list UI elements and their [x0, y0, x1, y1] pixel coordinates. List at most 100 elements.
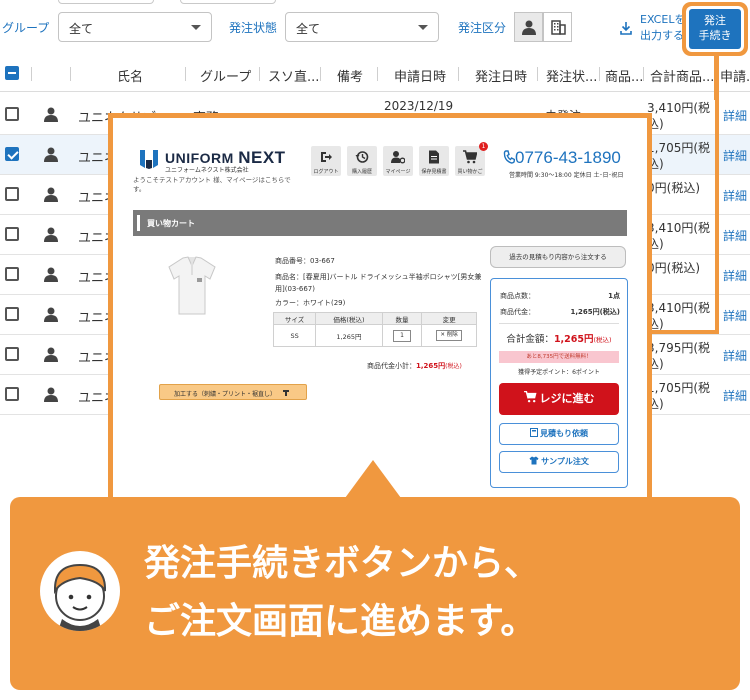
group-filter-label: グループ [2, 21, 50, 35]
row-detail-link[interactable]: 詳細 [723, 307, 747, 324]
download-icon [620, 22, 632, 35]
quantity-input[interactable]: 1 [392, 329, 411, 342]
shop-header: UNIFORM NEXT ユニフォームネクスト株式会社 ようこそテストアカウント… [129, 140, 625, 200]
group-select-value: 全て [69, 22, 94, 36]
row-detail-link[interactable]: 詳細 [723, 187, 747, 204]
order-status-label: 発注状態 [229, 21, 278, 35]
polo-shirt-image [168, 256, 216, 315]
col-apply[interactable]: 申請... [720, 66, 750, 85]
product-color: カラー：ホワイト(29) [275, 299, 346, 307]
order-screen-preview: UNIFORM NEXT ユニフォームネクスト株式会社 ようこそテストアカウント… [108, 113, 652, 508]
nav-cart-label: 買い物かご [457, 169, 483, 175]
row-checkbox[interactable] [5, 187, 19, 201]
nav-mypage[interactable]: マイページ [383, 146, 413, 176]
col-note[interactable]: 備考 [337, 66, 363, 85]
phone-number[interactable]: 0776-43-1890 [503, 148, 621, 168]
building-toggle[interactable] [543, 12, 572, 42]
checkout-label: レジに進む [539, 392, 595, 405]
row-detail-link[interactable]: 詳細 [723, 147, 747, 164]
checkout-button[interactable]: レジに進む [499, 383, 619, 415]
row-checkbox[interactable] [5, 307, 19, 321]
nav-logout[interactable]: ログアウト [311, 146, 341, 176]
past-quote-order-button[interactable]: 過去の見積もり内容から注文する [490, 246, 626, 268]
row-detail-link[interactable]: 詳細 [723, 107, 747, 124]
person-icon [44, 227, 58, 242]
logo-mark-icon [140, 150, 158, 169]
cart-item-table: サイズ 価格(税込) 数量 変更 SS 1,265円 1 ✕ 削除 [272, 312, 477, 347]
free-shipping-note: あと8,735円で送料無料！ [499, 351, 619, 363]
th-change: 変更 [421, 312, 477, 325]
product-info: 商品番号：03-667 商品名：[春夏用]バートル ドライメッシュ半袖ポロシャツ… [275, 255, 485, 309]
chevron-down-icon [418, 25, 428, 30]
points-note: 獲得予定ポイント：6ポイント [518, 369, 600, 376]
col-group[interactable]: グループ [200, 66, 251, 85]
order-button-line1: 発注 [704, 14, 726, 27]
callout-text: 発注手続きボタンから、 ご注文画面に進めます。 [144, 535, 724, 651]
order-status-value: 全て [296, 22, 321, 36]
col-status[interactable]: 発注状... [546, 66, 597, 85]
person-toggle[interactable] [514, 12, 543, 42]
item-price-line: 商品代金： 1,265円(税込) [500, 308, 620, 316]
delete-button[interactable]: ✕ 削除 [436, 330, 462, 341]
nav-logout-label: ログアウト [313, 169, 339, 175]
row-checkbox[interactable] [5, 387, 19, 401]
row-checkbox[interactable] [5, 347, 19, 361]
row-detail-link[interactable]: 詳細 [723, 347, 747, 364]
sample-order-button[interactable]: サンプル注文 [499, 451, 619, 473]
col-hem[interactable]: スソ直... [268, 66, 319, 85]
row-total: 3,795円(税込) [647, 341, 711, 371]
product-name[interactable]: 商品名：[春夏用]バートル ドライメッシュ半袖ポロシャツ[男女兼用](03-66… [275, 271, 485, 295]
order-procedure-button[interactable]: 発注 手続き [689, 9, 741, 49]
row-applied-date: 2023/12/19 [384, 99, 454, 113]
excel-line2: 出力する [640, 29, 684, 42]
person-icon [522, 20, 536, 35]
top-field-stub [58, 0, 154, 4]
col-ordered[interactable]: 発注日時 [475, 66, 527, 85]
staff-avatar [40, 551, 120, 631]
select-all-checkbox[interactable] [5, 66, 19, 80]
product-code: 商品番号：03-667 [275, 257, 335, 265]
col-total[interactable]: 合計商品... [650, 66, 714, 85]
row-detail-link[interactable]: 詳細 [723, 387, 747, 404]
col-name[interactable]: 氏名 [117, 66, 143, 85]
col-item[interactable]: 商品... [605, 66, 643, 85]
nav-cart[interactable]: 1 買い物かご [455, 142, 488, 176]
person-icon [44, 387, 58, 402]
nav-saved-quotes[interactable]: 保存見積書 [419, 146, 449, 176]
top-field-stub [180, 0, 276, 4]
user-gear-icon [391, 151, 405, 164]
row-checkbox[interactable] [5, 107, 19, 121]
processing-button[interactable]: 加工する（刺繍・プリント・裾直し） [159, 384, 307, 400]
th-qty: 数量 [381, 312, 423, 325]
group-select[interactable]: 全て [58, 12, 212, 42]
table-header: 氏名 グループ スソ直... 備考 申請日時 発注日時 発注状... 商品...… [0, 56, 750, 92]
person-icon [44, 347, 58, 362]
delete-label: 削除 [446, 332, 458, 338]
col-applied[interactable]: 申請日時 [394, 66, 446, 85]
nav-saved-quotes-label: 保存見積書 [421, 169, 447, 175]
th-price: 価格(税込) [315, 312, 383, 325]
row-detail-link[interactable]: 詳細 [723, 227, 747, 244]
row-checkbox[interactable] [5, 227, 19, 241]
face-icon [53, 563, 107, 631]
order-status-select[interactable]: 全て [285, 12, 439, 42]
chevron-down-icon [191, 25, 201, 30]
nav-history[interactable]: 購入履歴 [347, 146, 377, 176]
person-icon [44, 147, 58, 162]
shirt-icon [529, 456, 539, 465]
row-checkbox[interactable] [5, 147, 19, 161]
callout-line2: ご注文画面に進めます。 [144, 601, 537, 642]
row-detail-link[interactable]: 詳細 [723, 267, 747, 284]
quote-request-button[interactable]: 見積もり依頼 [499, 423, 619, 445]
excel-line1: EXCELを [640, 13, 686, 26]
nav-history-label: 購入履歴 [351, 169, 372, 175]
row-checkbox[interactable] [5, 267, 19, 281]
order-type-label: 発注区分 [458, 21, 507, 35]
close-icon: ✕ [440, 332, 446, 338]
item-price: 1,265円 [315, 324, 383, 347]
cart-count-badge: 1 [479, 142, 488, 151]
person-icon [44, 107, 58, 122]
cart-icon [463, 150, 477, 164]
welcome-text: ようこそテストアカウント 様、マイページはこちらです。 [133, 176, 291, 193]
phone-icon [503, 150, 516, 164]
